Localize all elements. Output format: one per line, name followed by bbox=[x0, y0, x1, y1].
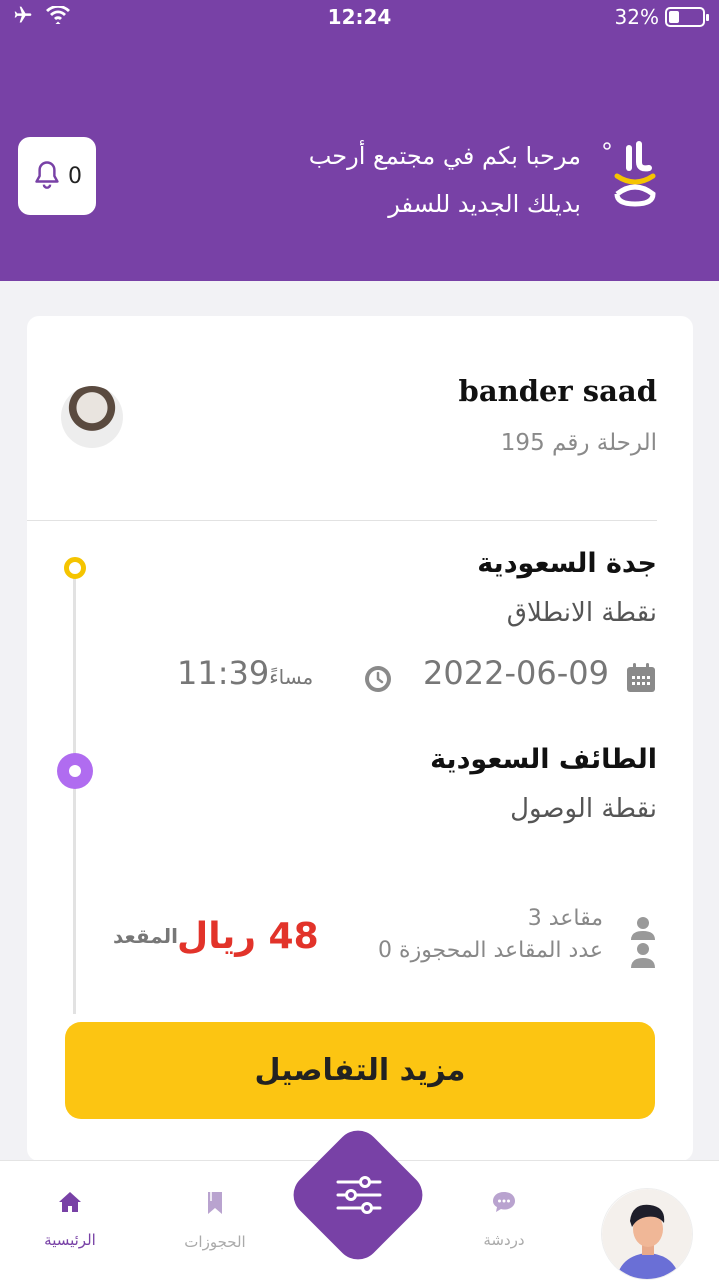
destination-label: نقطة الوصول bbox=[510, 794, 657, 824]
trip-date: 2022-06-09 bbox=[423, 654, 609, 692]
driver-name: bander saad bbox=[458, 374, 657, 408]
seats-booked: عدد المقاعد المحجوزة 0 bbox=[378, 938, 603, 963]
arhab-logo bbox=[603, 141, 656, 207]
bell-icon bbox=[35, 161, 59, 189]
trip-time: مساءً11:39 bbox=[177, 654, 313, 692]
time-value: 11:39 bbox=[177, 654, 270, 692]
nav-home-label: الرئيسية bbox=[44, 1231, 96, 1249]
calendar-icon bbox=[627, 663, 655, 692]
price-per-seat-label: المقعد bbox=[113, 924, 179, 948]
status-bar: 12:24 32% bbox=[0, 0, 719, 34]
battery-icon bbox=[665, 7, 709, 27]
bookmark-icon bbox=[208, 1192, 222, 1214]
notification-count: 0 bbox=[68, 163, 82, 189]
nav-home[interactable]: الرئيسية bbox=[10, 1191, 130, 1249]
trip-number: الرحلة رقم 195 bbox=[500, 430, 657, 456]
app-header: 12:24 32% 0 مرحبا بكم في مجتمع أرحب بديل… bbox=[0, 0, 719, 281]
nav-chat-label: دردشة bbox=[483, 1231, 525, 1249]
origin-label: نقطة الانطلاق bbox=[506, 598, 657, 628]
destination-city: الطائف السعودية bbox=[430, 744, 657, 775]
person-seat-icon bbox=[631, 917, 655, 968]
origin-city: جدة السعودية bbox=[477, 548, 657, 579]
time-suffix: مساءً bbox=[269, 665, 314, 689]
more-details-button[interactable]: مزيد التفاصيل bbox=[65, 1022, 655, 1119]
trip-card[interactable]: bander saad الرحلة رقم 195 جدة السعودية … bbox=[27, 316, 693, 1161]
welcome-line-1: مرحبا بكم في مجتمع أرحب bbox=[308, 142, 581, 170]
clock-icon bbox=[365, 666, 391, 692]
destination-marker-icon bbox=[57, 753, 93, 789]
route-timeline bbox=[73, 568, 76, 1014]
profile-avatar-illustration bbox=[602, 1189, 692, 1279]
nav-chat[interactable]: دردشة bbox=[444, 1191, 564, 1249]
chat-icon bbox=[493, 1192, 515, 1212]
battery-fill bbox=[669, 11, 679, 23]
driver-avatar[interactable] bbox=[61, 386, 123, 448]
origin-marker-icon bbox=[64, 557, 86, 579]
trip-price: 48 ريال bbox=[177, 916, 319, 957]
notifications-button[interactable]: 0 bbox=[18, 137, 96, 215]
status-time: 12:24 bbox=[327, 5, 392, 29]
welcome-message: مرحبا بكم في مجتمع أرحب بديلك الجديد للس… bbox=[309, 132, 581, 228]
status-right: 32% bbox=[614, 5, 709, 29]
welcome-line-2: بديلك الجديد للسفر bbox=[388, 190, 581, 218]
card-divider bbox=[27, 520, 657, 521]
nav-bookings[interactable]: الحجوزات bbox=[155, 1191, 275, 1251]
home-icon bbox=[59, 1192, 81, 1212]
battery-percent: 32% bbox=[614, 5, 659, 29]
filter-sliders-icon bbox=[336, 1176, 382, 1214]
nav-bookings-label: الحجوزات bbox=[184, 1233, 246, 1251]
seats-available: مقاعد 3 bbox=[527, 906, 603, 931]
profile-avatar[interactable] bbox=[601, 1188, 693, 1280]
